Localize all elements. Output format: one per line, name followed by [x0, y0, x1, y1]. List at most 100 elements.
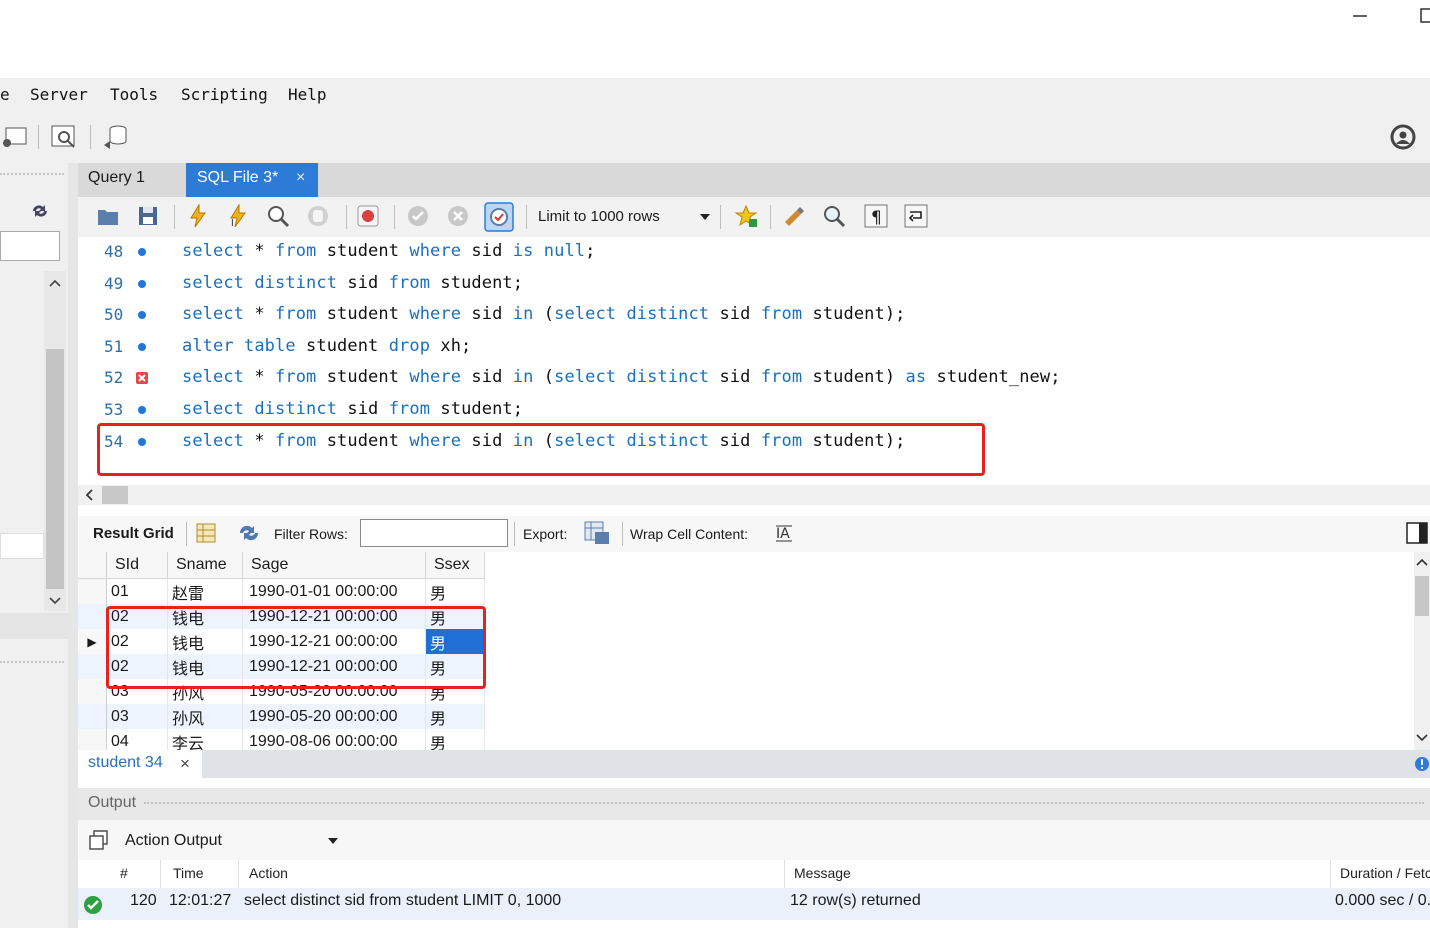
tab-label: student 34 [88, 754, 163, 771]
output-row-action: select distinct sid from student LIMIT 0… [244, 892, 562, 909]
output-row[interactable]: 120 12:01:27 select distinct sid from st… [78, 888, 1430, 920]
tab-student-34[interactable]: student 34 × [78, 750, 202, 778]
stop-icon[interactable] [306, 204, 330, 228]
row-header[interactable] [78, 679, 107, 704]
code-line[interactable]: 48 select * from student where sid is nul… [78, 237, 1430, 267]
menu-file[interactable]: e [0, 85, 10, 104]
filter-rows-input[interactable] [360, 519, 508, 547]
column-header-sname[interactable]: Sname [167, 552, 243, 579]
menu-help[interactable]: Help [288, 85, 327, 104]
refresh-icon[interactable] [236, 523, 262, 543]
grid-layout-icon[interactable] [195, 522, 217, 544]
grid-cell[interactable]: 1990-05-20 00:00:00 [242, 704, 426, 729]
grid-vertical-scrollbar[interactable] [1414, 552, 1430, 750]
sql-text: xh; [430, 335, 472, 356]
editor-horizontal-scrollbar[interactable] [78, 485, 1430, 505]
grid-cell[interactable]: 李云 [167, 729, 243, 750]
close-icon[interactable]: × [296, 163, 305, 193]
find-icon[interactable] [822, 204, 846, 228]
column-header-ssex[interactable]: Ssex [425, 552, 485, 579]
refresh-icon[interactable] [30, 203, 50, 219]
settings-icon[interactable] [1389, 123, 1417, 151]
code-line[interactable]: 53 select distinct sid from student; [78, 395, 1430, 425]
copy-icon[interactable] [88, 829, 110, 851]
new-connection-icon[interactable] [0, 121, 32, 153]
menu-tools[interactable]: Tools [110, 85, 158, 104]
row-header[interactable] [78, 578, 107, 604]
maximize-button[interactable] [1420, 8, 1430, 29]
editor-tab-bar: Query 1 SQL File 3* × [78, 163, 1430, 200]
column-header-sage[interactable]: Sage [242, 552, 426, 579]
grid-cell[interactable]: 01 [106, 578, 168, 604]
wrap-text-icon[interactable]: IA [774, 523, 794, 543]
execute-icon[interactable] [186, 204, 210, 228]
scrollbar-thumb[interactable] [46, 349, 64, 589]
grid-cell[interactable]: 孙风 [167, 704, 243, 729]
chevron-up-icon[interactable] [1416, 556, 1428, 568]
error-marker-icon [136, 372, 148, 385]
output-type-select[interactable]: Action Output [118, 825, 344, 855]
menu-server[interactable]: Server [30, 85, 88, 104]
database-sync-icon[interactable] [100, 121, 132, 153]
tab-sql-file-3[interactable]: SQL File 3* × [186, 163, 318, 197]
sidebar-grip [0, 173, 64, 183]
row-header[interactable] [78, 604, 107, 629]
row-header[interactable]: ▶ [78, 629, 107, 654]
grid-cell[interactable]: 03 [106, 704, 168, 729]
result-grid-label[interactable]: Result Grid [93, 525, 174, 542]
result-grid-toolbar: Result Grid Filter Rows: Export: Wrap Ce… [78, 516, 1430, 552]
splitter[interactable] [68, 163, 78, 928]
grid-cell[interactable]: 赵雷 [167, 578, 243, 604]
invisible-chars-icon[interactable]: ¶ [864, 204, 888, 228]
sql-keyword: alter table [182, 335, 296, 356]
open-folder-icon[interactable] [96, 204, 120, 228]
scrollbar-thumb[interactable] [102, 486, 128, 504]
code-line[interactable]: 49 select distinct sid from student; [78, 269, 1430, 299]
code-line[interactable]: 50 select * from student where sid in (se… [78, 300, 1430, 330]
table-row[interactable]: 01 赵雷 1990-01-01 00:00:00 男 [78, 578, 485, 604]
grid-cell[interactable]: 04 [106, 729, 168, 750]
grid-cell[interactable]: 1990-08-06 00:00:00 [242, 729, 426, 750]
beautify-icon[interactable] [782, 204, 806, 228]
output-panel-header: Output [78, 788, 1430, 820]
stop-on-error-icon[interactable] [356, 204, 380, 228]
snippet-star-icon[interactable] [734, 204, 758, 228]
column-header-sid[interactable]: SId [106, 552, 168, 579]
grid-cell[interactable]: 1990-01-01 00:00:00 [242, 578, 426, 604]
menu-scripting[interactable]: Scripting [181, 85, 268, 104]
table-row[interactable]: 03 孙风 1990-05-20 00:00:00 男 [78, 704, 485, 729]
grid-cell[interactable]: 男 [425, 578, 485, 604]
word-wrap-icon[interactable] [904, 204, 928, 228]
sidebar-section [0, 613, 68, 639]
chevron-left-icon[interactable] [84, 488, 94, 502]
autocommit-icon[interactable] [484, 202, 514, 232]
execute-current-icon[interactable]: I [226, 204, 250, 228]
toggle-panel-icon[interactable] [1406, 522, 1428, 544]
minimize-button[interactable] [1352, 4, 1368, 29]
row-header[interactable] [78, 654, 107, 679]
grid-cell[interactable]: 男 [425, 729, 485, 750]
code-line[interactable]: 52 select * from student where sid in (se… [78, 363, 1430, 393]
tab-query-1[interactable]: Query 1 [78, 163, 186, 197]
chevron-down-icon[interactable] [1416, 732, 1428, 744]
row-header[interactable] [78, 704, 107, 729]
statement-marker-icon [138, 248, 146, 256]
scrollbar-thumb[interactable] [1415, 576, 1429, 616]
table-row[interactable]: 04 李云 1990-08-06 00:00:00 男 [78, 729, 485, 750]
rollback-icon[interactable] [446, 204, 470, 228]
schema-filter-input[interactable] [0, 231, 60, 261]
code-line[interactable]: 51 alter table student drop xh; [78, 332, 1430, 362]
output-row-duration: 0.000 sec / 0.000 sec [1335, 892, 1430, 909]
grid-cell[interactable]: 男 [425, 704, 485, 729]
close-icon[interactable]: × [180, 754, 190, 774]
export-icon[interactable] [583, 520, 611, 546]
info-icon[interactable] [1414, 756, 1430, 772]
explain-icon[interactable] [266, 204, 290, 228]
sql-text: student); [802, 304, 906, 325]
row-header[interactable] [78, 729, 107, 750]
sidebar-scrollbar[interactable] [44, 271, 66, 611]
save-icon[interactable] [136, 204, 160, 228]
commit-icon[interactable] [406, 204, 430, 228]
inspector-icon[interactable] [48, 121, 80, 153]
limit-rows-select[interactable]: Limit to 1000 rows [538, 205, 714, 229]
